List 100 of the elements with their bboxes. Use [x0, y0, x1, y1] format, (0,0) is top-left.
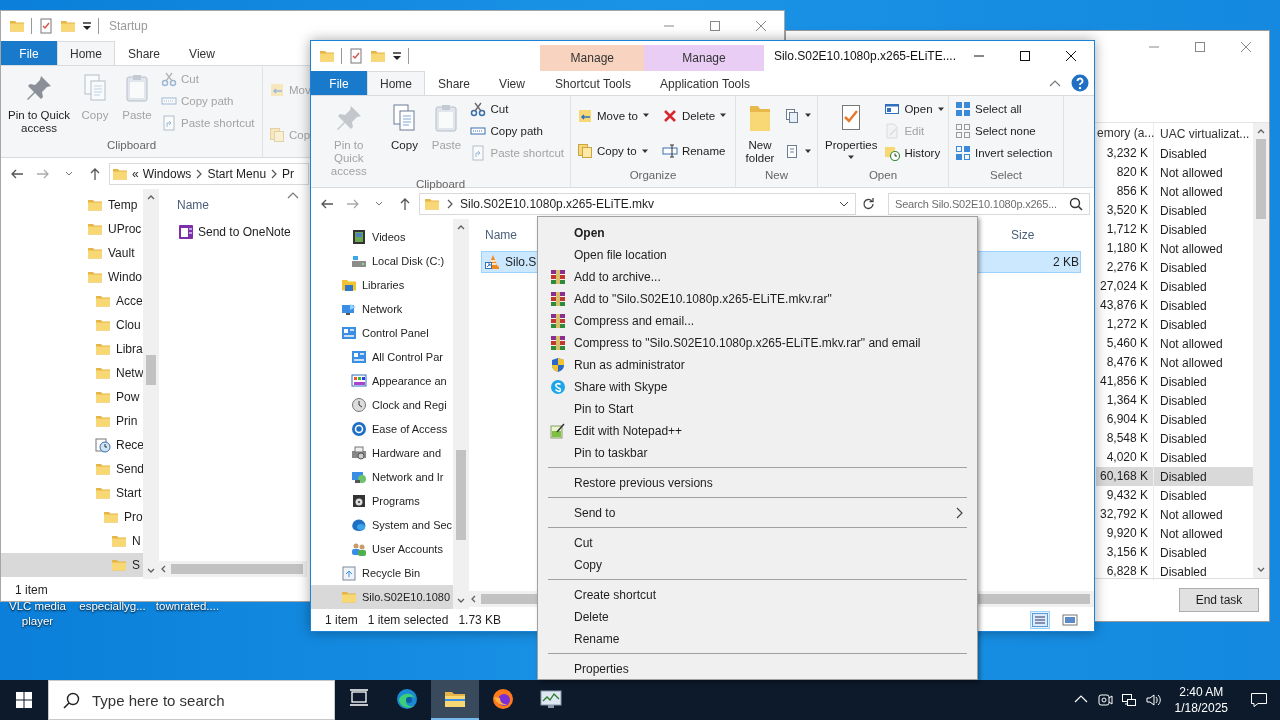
menu-item[interactable]: Add to archive...: [540, 266, 975, 288]
breadcrumb[interactable]: «: [132, 166, 139, 181]
table-row[interactable]: 1,364 K Disabled: [1096, 391, 1253, 410]
ribbon-tab[interactable]: Share: [425, 71, 483, 95]
menu-item[interactable]: Pin to taskbar: [540, 442, 975, 464]
table-row[interactable]: 8,476 K Not allowed: [1096, 353, 1253, 372]
search-field[interactable]: Search Silo.S02E10.1080p.x265...: [888, 192, 1090, 215]
scrollbar[interactable]: [1253, 123, 1269, 578]
tree-item[interactable]: Windo: [1, 265, 143, 289]
tree-item[interactable]: Vault: [1, 241, 143, 265]
table-row[interactable]: 2,276 K Disabled: [1096, 258, 1253, 277]
scrollbar[interactable]: [159, 561, 307, 577]
table-row[interactable]: 3,520 K Disabled: [1096, 201, 1253, 220]
end-task-button[interactable]: End task: [1179, 588, 1259, 612]
large-icons-view-button[interactable]: [1060, 611, 1080, 629]
folder-icon[interactable]: [60, 18, 76, 34]
ribbon-button[interactable]: Select none: [953, 120, 1055, 142]
file-row[interactable]: Send to OneNote: [163, 221, 303, 243]
ribbon-button[interactable]: Move to: [575, 101, 652, 130]
menu-item[interactable]: Copy: [540, 554, 975, 576]
tree-item[interactable]: Appearance an: [311, 369, 453, 393]
table-row[interactable]: 32,792 K Not allowed: [1096, 505, 1253, 524]
menu-item[interactable]: Cut: [540, 532, 975, 554]
table-row[interactable]: 9,432 K Disabled: [1096, 486, 1253, 505]
menu-item[interactable]: Pin to Start: [540, 398, 975, 420]
clock-date[interactable]: 1/18/2025: [1174, 700, 1228, 716]
ribbon-button[interactable]: Properties: [822, 98, 881, 165]
tree-item[interactable]: System and Sec: [311, 513, 453, 537]
tree-item[interactable]: All Control Par: [311, 345, 453, 369]
table-row[interactable]: 1,272 K Disabled: [1096, 315, 1253, 334]
table-row[interactable]: 1,180 K Not allowed: [1096, 239, 1253, 258]
table-row[interactable]: 3,232 K Disabled: [1096, 144, 1253, 163]
ribbon-tab[interactable]: Share: [115, 41, 173, 65]
tree-item[interactable]: Control Panel: [311, 321, 453, 345]
customize-button[interactable]: [392, 51, 402, 61]
clock-time[interactable]: 2:40 AM: [1179, 684, 1224, 700]
table-row[interactable]: 41,856 K Disabled: [1096, 372, 1253, 391]
breadcrumb[interactable]: Windows: [142, 166, 192, 181]
desktop-icon-label[interactable]: especiallyg...: [75, 599, 150, 629]
menu-item[interactable]: Open file location: [540, 244, 975, 266]
ribbon-tab[interactable]: View: [173, 41, 231, 65]
tree-item[interactable]: Libraries: [311, 273, 453, 297]
ribbon-tab[interactable]: File: [1, 41, 57, 65]
table-row[interactable]: 60,168 K Disabled: [1096, 467, 1253, 486]
chevron-icon[interactable]: [270, 168, 279, 179]
tree-item[interactable]: User Accounts: [311, 537, 453, 561]
ribbon-button[interactable]: Open: [882, 98, 947, 120]
menu-item[interactable]: Compress to "Silo.S02E10.1080p.x265-ELiTE.mkv.rar" and email: [540, 332, 975, 354]
folder-icon[interactable]: [319, 48, 335, 64]
table-row[interactable]: 9,920 K Not allowed: [1096, 524, 1253, 543]
ribbon-tab[interactable]: Shortcut Tools: [541, 71, 645, 95]
table-row[interactable]: 856 K Not allowed: [1096, 182, 1253, 201]
ribbon-tab[interactable]: View: [483, 71, 541, 95]
menu-item[interactable]: Edit with Notepad++: [540, 420, 975, 442]
ribbon-button[interactable]: Copy to: [575, 137, 652, 166]
checklist-icon[interactable]: [348, 48, 364, 64]
menu-item[interactable]: Add to "Silo.S02E10.1080p.x265-ELiTE.mkv.rar": [540, 288, 975, 310]
menu-item[interactable]: Rename: [540, 628, 975, 650]
chevron-icon[interactable]: [446, 198, 454, 209]
scrollbar[interactable]: [453, 219, 469, 609]
table-row[interactable]: 5,460 K Not allowed: [1096, 334, 1253, 353]
tree-item[interactable]: Programs: [311, 489, 453, 513]
menu-item[interactable]: Create shortcut: [540, 584, 975, 606]
details-view-button[interactable]: [1030, 611, 1050, 629]
chevron-icon[interactable]: [195, 168, 204, 179]
column-header[interactable]: Size: [1005, 219, 1035, 251]
tree-item[interactable]: Videos: [311, 225, 453, 249]
ribbon-button[interactable]: Copy path: [468, 120, 566, 142]
ribbon-button[interactable]: Select all: [953, 98, 1055, 120]
menu-item[interactable]: Restore previous versions: [540, 472, 975, 494]
ribbon-button[interactable]: Invert selection: [953, 142, 1055, 164]
tree-item[interactable]: Libra: [1, 337, 143, 361]
table-row[interactable]: 6,828 K Disabled: [1096, 562, 1253, 581]
ribbon-tab[interactable]: Home: [57, 41, 115, 65]
address-bar[interactable]: Silo.S02E10.1080p.x265-ELiTE.mkv: [419, 192, 856, 215]
menu-item[interactable]: Open: [540, 222, 975, 244]
tree-item[interactable]: Temp: [1, 193, 143, 217]
menu-item[interactable]: Properties: [540, 658, 975, 680]
tree-item[interactable]: Rece: [1, 433, 143, 457]
tree-item[interactable]: Pro: [1, 505, 143, 529]
menu-item[interactable]: Share with Skype: [540, 376, 975, 398]
tree-item[interactable]: Start: [1, 481, 143, 505]
scroll-thumb[interactable]: [1256, 139, 1266, 219]
table-row[interactable]: 27,024 K Disabled: [1096, 277, 1253, 296]
tree-item[interactable]: Silo.S02E10.1080: [311, 585, 453, 609]
tree-item[interactable]: Recycle Bin: [311, 561, 453, 585]
table-row[interactable]: 43,876 K Disabled: [1096, 296, 1253, 315]
search-input[interactable]: Type here to search: [92, 691, 334, 709]
ribbon-button[interactable]: Rename: [659, 137, 730, 166]
table-row[interactable]: 820 K Not allowed: [1096, 163, 1253, 182]
ribbon-tab[interactable]: Home: [367, 71, 425, 95]
file-explorer-button[interactable]: [431, 680, 479, 720]
checklist-icon[interactable]: [38, 18, 54, 34]
ribbon-tab[interactable]: File: [311, 71, 367, 95]
menu-item[interactable]: Run as administrator: [540, 354, 975, 376]
scrollbar[interactable]: [143, 189, 159, 579]
menu-item[interactable]: Delete: [540, 606, 975, 628]
tree-item[interactable]: Prin: [1, 409, 143, 433]
tree-item[interactable]: Clock and Regi: [311, 393, 453, 417]
breadcrumb[interactable]: Silo.S02E10.1080p.x265-ELiTE.mkv: [460, 196, 655, 211]
